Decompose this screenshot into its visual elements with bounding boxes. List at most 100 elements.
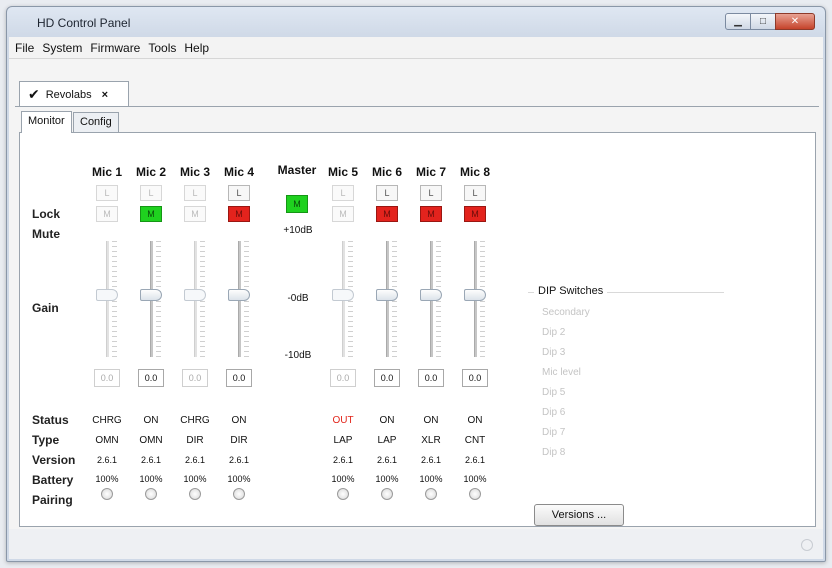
mic-status: ON [143, 415, 159, 426]
mic-version: 2.6.1 [420, 455, 442, 465]
lock-button[interactable]: L [184, 185, 206, 201]
mic-header: Mic 4 [223, 165, 254, 179]
menu-help[interactable]: Help [180, 41, 213, 55]
mute-button[interactable]: M [420, 206, 442, 222]
mic-battery: 100% [227, 474, 251, 484]
row-label-pairing: Pairing [32, 493, 73, 507]
status-bar [9, 529, 823, 559]
mute-button[interactable]: M [140, 206, 162, 222]
mute-button[interactable]: M [228, 206, 250, 222]
mic-type: LAP [333, 435, 353, 446]
mic-type: XLR [421, 435, 441, 446]
tab-monitor[interactable]: Monitor [21, 111, 72, 133]
mic-battery: 100% [183, 474, 207, 484]
dip-switch-item[interactable]: Dip 8 [542, 447, 565, 458]
minimize-button[interactable]: ▁ [725, 13, 751, 30]
mic-battery: 100% [375, 474, 399, 484]
menu-tools[interactable]: Tools [144, 41, 180, 55]
lock-button[interactable]: L [464, 185, 486, 201]
gain-value-field[interactable]: 0.0 [418, 369, 444, 387]
mic-header: Mic 6 [371, 165, 402, 179]
mic-column-6: Mic 6 L M 0.0 ON LAP 2.6.1 100% [370, 133, 404, 528]
mic-battery: 100% [95, 474, 119, 484]
pairing-radio[interactable] [233, 488, 245, 500]
gain-value-field[interactable]: 0.0 [374, 369, 400, 387]
mic-status: ON [467, 415, 483, 426]
tab-config[interactable]: Config [73, 112, 119, 132]
pairing-radio[interactable] [101, 488, 113, 500]
lock-button[interactable]: L [420, 185, 442, 201]
gain-value-field[interactable]: 0.0 [330, 369, 356, 387]
mic-header: Mic 3 [179, 165, 210, 179]
dip-switch-item[interactable]: Dip 5 [542, 387, 565, 398]
row-label-type: Type [32, 433, 60, 447]
pairing-radio[interactable] [145, 488, 157, 500]
mic-type: CNT [464, 435, 486, 446]
mute-button[interactable]: M [332, 206, 354, 222]
mic-version: 2.6.1 [184, 455, 206, 465]
mic-version: 2.6.1 [376, 455, 398, 465]
mic-column-8: Mic 8 L M 0.0 ON CNT 2.6.1 100% [458, 133, 492, 528]
master-mute-button[interactable]: M [286, 195, 308, 213]
mute-button[interactable]: M [464, 206, 486, 222]
dip-switch-item[interactable]: Dip 7 [542, 427, 565, 438]
dip-switch-item[interactable]: Mic level [542, 367, 581, 378]
versions-button[interactable]: Versions ... [534, 504, 624, 526]
mic-version: 2.6.1 [464, 455, 486, 465]
mic-status: ON [379, 415, 395, 426]
lock-button[interactable]: L [96, 185, 118, 201]
gain-value-field[interactable]: 0.0 [138, 369, 164, 387]
close-button[interactable]: ✕ [775, 13, 815, 30]
pairing-radio[interactable] [189, 488, 201, 500]
pairing-radio[interactable] [425, 488, 437, 500]
mute-button[interactable]: M [96, 206, 118, 222]
gain-slider-thumb[interactable] [228, 289, 250, 301]
mic-column-3: Mic 3 L M 0.0 CHRG DIR 2.6.1 100% [178, 133, 212, 528]
dip-switch-item[interactable]: Secondary [542, 307, 590, 318]
mic-status: CHRG [180, 415, 210, 426]
maximize-button[interactable]: □ [750, 13, 776, 30]
pairing-radio[interactable] [469, 488, 481, 500]
gain-value-field[interactable]: 0.0 [462, 369, 488, 387]
mic-header: Mic 2 [135, 165, 166, 179]
lock-button[interactable]: L [376, 185, 398, 201]
dip-switches-group: DIP Switches Secondary Dip 2 Dip 3 Mic leve… [528, 285, 724, 488]
mic-type: DIR [230, 435, 248, 446]
dip-switch-item[interactable]: Dip 6 [542, 407, 565, 418]
dip-switch-item[interactable]: Dip 3 [542, 347, 565, 358]
doc-tab-revolabs[interactable]: ✔ Revolabs × [19, 81, 129, 107]
row-label-gain: Gain [32, 301, 59, 315]
gain-value-field[interactable]: 0.0 [94, 369, 120, 387]
mic-battery: 100% [419, 474, 443, 484]
lock-button[interactable]: L [332, 185, 354, 201]
lock-button[interactable]: L [140, 185, 162, 201]
menu-bar: File System Firmware Tools Help [9, 37, 823, 59]
close-icon: ✕ [790, 16, 800, 27]
menu-file[interactable]: File [11, 41, 38, 55]
master-column: Master M +10dB -0dB -10dB [270, 133, 324, 528]
mute-button[interactable]: M [184, 206, 206, 222]
pairing-radio[interactable] [337, 488, 349, 500]
gain-slider-thumb[interactable] [140, 289, 162, 301]
mic-type: OMN [139, 435, 163, 446]
gain-slider-thumb[interactable] [464, 289, 486, 301]
gain-value-field[interactable]: 0.0 [226, 369, 252, 387]
mic-version: 2.6.1 [228, 455, 250, 465]
mic-type: DIR [186, 435, 204, 446]
mute-button[interactable]: M [376, 206, 398, 222]
menu-firmware[interactable]: Firmware [86, 41, 144, 55]
doc-tab-close-icon[interactable]: × [102, 89, 108, 101]
pairing-radio[interactable] [381, 488, 393, 500]
gain-slider-thumb[interactable] [420, 289, 442, 301]
gain-slider-thumb[interactable] [96, 289, 118, 301]
mic-battery: 100% [331, 474, 355, 484]
dip-switch-item[interactable]: Dip 2 [542, 327, 565, 338]
mic-column-5: Mic 5 L M 0.0 OUT LAP 2.6.1 100% [326, 133, 360, 528]
menu-system[interactable]: System [38, 41, 86, 55]
gain-value-field[interactable]: 0.0 [182, 369, 208, 387]
gain-slider-thumb[interactable] [184, 289, 206, 301]
title-bar: HD Control Panel ▁ □ ✕ [7, 7, 825, 37]
gain-slider-thumb[interactable] [332, 289, 354, 301]
gain-slider-thumb[interactable] [376, 289, 398, 301]
lock-button[interactable]: L [228, 185, 250, 201]
